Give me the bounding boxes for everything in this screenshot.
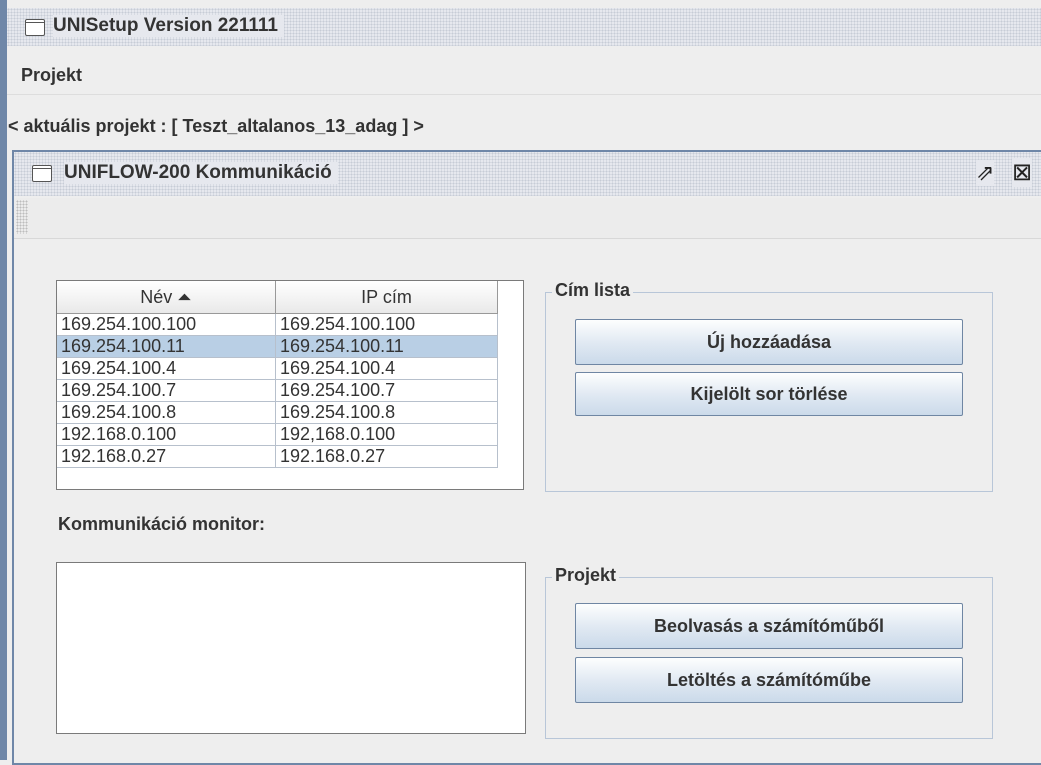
- window-title: UNISetup Version 221111: [53, 15, 284, 37]
- cell-ip[interactable]: 192.168.0.27: [275, 445, 498, 468]
- table-row[interactable]: 169.254.100.4 169.254.100.4: [57, 357, 498, 380]
- table-row-selected[interactable]: 169.254.100.11 169.254.100.11: [57, 335, 498, 358]
- cell-ip[interactable]: 169.254.100.8: [275, 401, 498, 424]
- column-header-name[interactable]: Név ⏶: [57, 281, 276, 314]
- cell-name[interactable]: 192.168.0.27: [57, 445, 276, 468]
- communication-monitor-textarea[interactable]: [56, 562, 526, 734]
- address-table[interactable]: Név ⏶ IP cím 169.254.100.100 169.254.100…: [56, 280, 524, 490]
- menu-projekt[interactable]: Projekt: [21, 65, 82, 86]
- cell-name[interactable]: 169.254.100.8: [57, 401, 276, 424]
- project-group-title: Projekt: [552, 565, 620, 586]
- cell-ip[interactable]: 192,168.0.100: [275, 423, 498, 446]
- current-project-label: < aktuális projekt : [ Teszt_altalanos_1…: [8, 116, 424, 136]
- table-row[interactable]: 192.168.0.100 192,168.0.100: [57, 423, 498, 446]
- close-icon[interactable]: ⊠: [1012, 158, 1033, 187]
- column-header-ip[interactable]: IP cím: [275, 281, 498, 314]
- frame-icon: [32, 165, 52, 182]
- address-list-group: Cím lista Új hozzáadása Kijelölt sor tör…: [545, 280, 993, 492]
- cell-ip[interactable]: 169.254.100.11: [275, 335, 498, 358]
- read-from-device-button[interactable]: Beolvasás a számítóműből: [575, 603, 963, 649]
- monitor-label: Kommunikáció monitor:: [58, 514, 266, 534]
- table-row[interactable]: 169.254.100.7 169.254.100.7: [57, 379, 498, 402]
- table-row[interactable]: 169.254.100.100 169.254.100.100: [57, 313, 498, 336]
- cell-ip[interactable]: 169.254.100.4: [275, 357, 498, 380]
- cell-name[interactable]: 192.168.0.100: [57, 423, 276, 446]
- cell-name[interactable]: 169.254.100.11: [57, 335, 276, 358]
- cell-ip[interactable]: 169.254.100.7: [275, 379, 498, 402]
- frame-titlebar[interactable]: UNIFLOW-200 Kommunikáció ⇗ ⊠: [14, 152, 1041, 196]
- menu-bar: Projekt: [7, 56, 1041, 95]
- communication-frame: UNIFLOW-200 Kommunikáció ⇗ ⊠ Név ⏶ IP cí…: [12, 150, 1041, 765]
- cell-name[interactable]: 169.254.100.100: [57, 313, 276, 336]
- download-to-device-button[interactable]: Letöltés a számítóműbe: [575, 657, 963, 703]
- frame-title: UNIFLOW-200 Kommunikáció: [64, 162, 338, 184]
- project-group: Projekt Beolvasás a számítóműből Letölté…: [545, 565, 993, 739]
- window-border: [0, 0, 7, 760]
- frame-toolbar: [14, 198, 1041, 239]
- cell-name[interactable]: 169.254.100.7: [57, 379, 276, 402]
- address-list-title: Cím lista: [552, 280, 634, 301]
- delete-selected-row-button[interactable]: Kijelölt sor törlése: [575, 372, 963, 416]
- table-row[interactable]: 192.168.0.27 192.168.0.27: [57, 445, 498, 468]
- window-icon: [25, 19, 45, 36]
- cell-name[interactable]: 169.254.100.4: [57, 357, 276, 380]
- add-new-button[interactable]: Új hozzáadása: [575, 319, 963, 365]
- cell-ip[interactable]: 169.254.100.100: [275, 313, 498, 336]
- table-row[interactable]: 169.254.100.8 169.254.100.8: [57, 401, 498, 424]
- window-titlebar[interactable]: UNISetup Version 221111: [7, 8, 1041, 46]
- maximize-icon[interactable]: ⇗: [976, 160, 995, 186]
- toolbar-grip-icon[interactable]: [16, 200, 28, 234]
